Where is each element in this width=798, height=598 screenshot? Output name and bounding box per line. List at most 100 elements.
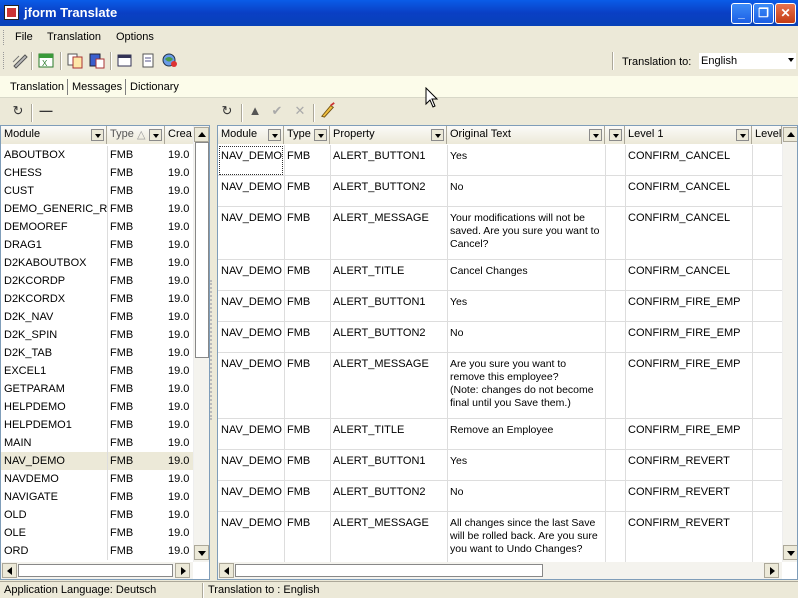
maximize-button[interactable]: ❐ [753, 3, 774, 24]
check-icon[interactable]: ✔ [269, 103, 285, 119]
menu-file[interactable]: File [15, 31, 33, 43]
table-row[interactable]: NAV_DEMO FMB ALERT_MESSAGE CONFIRM_CANCEL Yo… [218, 207, 782, 260]
table-row[interactable]: NAV_DEMO FMB ALERT_BUTTON1 CONFIRM_FIRE_EMP… [218, 291, 782, 322]
column-header-type[interactable]: Type △ [107, 126, 165, 144]
table-row[interactable]: MAIN FMB 19.0 [1, 434, 193, 452]
cell-type: FMB [287, 296, 311, 308]
table-row[interactable]: NAVDEMO FMB 19.0 [1, 470, 193, 488]
table-row[interactable]: NAV_DEMO FMB ALERT_BUTTON1 CONFIRM_CANCEL Ye… [218, 145, 782, 176]
table-row[interactable]: DEMOOREF FMB 19.0 [1, 218, 193, 236]
table-row[interactable]: ORD FMB 19.0 [1, 542, 193, 560]
column-filter-dropdown[interactable] [268, 129, 281, 141]
column-filter-dropdown[interactable] [431, 129, 444, 141]
cell-module: NAVIGATE [4, 491, 58, 503]
column-filter-dropdown[interactable] [589, 129, 602, 141]
column-header-level-1[interactable]: Level 1 [625, 126, 752, 144]
table-row[interactable]: NAV_DEMO FMB 19.0 [1, 452, 193, 470]
cell-type: FMB [110, 293, 134, 305]
column-filter-dropdown[interactable] [736, 129, 749, 141]
close-button[interactable]: ✕ [775, 3, 796, 24]
scroll-thumb[interactable] [18, 564, 173, 577]
column-filter-dropdown[interactable] [91, 129, 104, 141]
table-row[interactable]: NAV_DEMO FMB ALERT_TITLE CONFIRM_FIRE_EMP Re… [218, 419, 782, 450]
table-row[interactable]: DRAG1 FMB 19.0 [1, 236, 193, 254]
column-header-module[interactable]: Module [218, 126, 284, 144]
globe-icon[interactable] [161, 52, 179, 69]
copy-icon[interactable] [66, 52, 84, 69]
table-row[interactable]: CUST FMB 19.0 [1, 182, 193, 200]
table-row[interactable]: D2K_NAV FMB 19.0 [1, 308, 193, 326]
tab-dictionary[interactable]: Dictionary [130, 81, 179, 93]
table-row[interactable]: NAVIGATE FMB 19.0 [1, 488, 193, 506]
table-row[interactable]: GETPARAM FMB 19.0 [1, 380, 193, 398]
table-row[interactable]: D2K_SPIN FMB 19.0 [1, 326, 193, 344]
minimize-button[interactable]: _ [731, 3, 752, 24]
table-row[interactable]: HELPDEMO1 FMB 19.0 [1, 416, 193, 434]
table-row[interactable]: NAV_DEMO FMB ALERT_MESSAGE CONFIRM_REVERT Al… [218, 512, 782, 565]
scroll-up-button[interactable] [194, 127, 209, 142]
column-header-created[interactable]: Crea [165, 126, 195, 144]
cancel-icon[interactable]: ✕ [292, 103, 308, 119]
cell-type: FMB [110, 275, 134, 287]
table-row[interactable]: NAV_DEMO FMB ALERT_BUTTON2 CONFIRM_CANCEL No [218, 176, 782, 207]
table-row[interactable]: NAV_DEMO FMB ALERT_BUTTON2 CONFIRM_REVERT No [218, 481, 782, 512]
scroll-down-button[interactable] [194, 545, 209, 560]
menu-options[interactable]: Options [116, 31, 154, 43]
table-row[interactable]: NAV_DEMO FMB ALERT_MESSAGE CONFIRM_FIRE_EMP… [218, 353, 782, 419]
scroll-right-button[interactable] [764, 563, 779, 578]
table-row[interactable]: D2K_TAB FMB 19.0 [1, 344, 193, 362]
table-row[interactable]: DEMO_GENERIC_R FMB 19.0 [1, 200, 193, 218]
table-row[interactable]: HELPDEMO FMB 19.0 [1, 398, 193, 416]
column-filter-dropdown[interactable] [314, 129, 327, 141]
module-grid-horizontal-scrollbar[interactable] [1, 562, 193, 579]
translation-language-select[interactable]: English [698, 52, 797, 70]
scroll-down-button[interactable] [783, 545, 797, 560]
table-row[interactable]: CHESS FMB 19.0 [1, 164, 193, 182]
column-header-module[interactable]: Module [1, 126, 107, 144]
scroll-thumb[interactable] [235, 564, 543, 577]
column-header-blank[interactable] [605, 126, 625, 144]
column-divider [752, 207, 753, 260]
column-header-type[interactable]: Type [284, 126, 330, 144]
translation-grid-vertical-scrollbar[interactable] [782, 126, 797, 562]
move-up-icon[interactable]: ▲ [247, 103, 263, 119]
column-filter-dropdown[interactable] [149, 129, 162, 141]
scroll-up-button[interactable] [783, 127, 797, 142]
edit-icon[interactable] [11, 52, 29, 69]
table-row[interactable]: ABOUTBOX FMB 19.0 [1, 146, 193, 164]
minus-icon[interactable]: — [38, 103, 54, 119]
scroll-left-button[interactable] [2, 563, 17, 578]
table-row[interactable]: D2KCORDP FMB 19.0 [1, 272, 193, 290]
window-icon[interactable] [116, 52, 134, 69]
menu-translation[interactable]: Translation [47, 31, 101, 43]
translation-grid-horizontal-scrollbar[interactable] [218, 562, 782, 579]
column-header-original-text[interactable]: Original Text [447, 126, 605, 144]
tab-messages[interactable]: Messages [72, 81, 122, 93]
table-row[interactable]: OLD FMB 19.0 [1, 506, 193, 524]
table-row[interactable]: D2KABOUTBOX FMB 19.0 [1, 254, 193, 272]
refresh-icon[interactable]: ↻ [219, 103, 235, 119]
module-grid-vertical-scrollbar[interactable] [193, 126, 209, 562]
scroll-thumb[interactable] [195, 142, 209, 358]
table-row[interactable]: EXCEL1 FMB 19.0 [1, 362, 193, 380]
tab-translation[interactable]: Translation [10, 81, 64, 93]
excel-icon[interactable]: X [37, 52, 55, 69]
column-header-label: Property [333, 128, 375, 140]
table-row[interactable]: D2KCORDX FMB 19.0 [1, 290, 193, 308]
column-header-level-2[interactable]: Level [752, 126, 782, 144]
paste-icon[interactable] [88, 52, 106, 69]
table-row[interactable]: NAV_DEMO FMB ALERT_TITLE CONFIRM_CANCEL Canc… [218, 260, 782, 291]
table-row[interactable]: NAV_DEMO FMB ALERT_BUTTON1 CONFIRM_REVERT Ye… [218, 450, 782, 481]
column-header-property[interactable]: Property [330, 126, 447, 144]
table-row[interactable]: NAV_DEMO FMB ALERT_BUTTON2 CONFIRM_FIRE_EMP… [218, 322, 782, 353]
translate-brush-icon[interactable] [320, 102, 336, 118]
column-divider [605, 512, 606, 565]
cell-created: 19.0 [168, 509, 190, 521]
scroll-left-button[interactable] [219, 563, 234, 578]
panel-splitter[interactable] [210, 280, 215, 420]
scroll-right-button[interactable] [175, 563, 190, 578]
refresh-icon[interactable]: ↻ [10, 103, 26, 119]
column-filter-dropdown[interactable] [609, 129, 622, 141]
document-icon[interactable] [139, 52, 157, 69]
table-row[interactable]: OLE FMB 19.0 [1, 524, 193, 542]
